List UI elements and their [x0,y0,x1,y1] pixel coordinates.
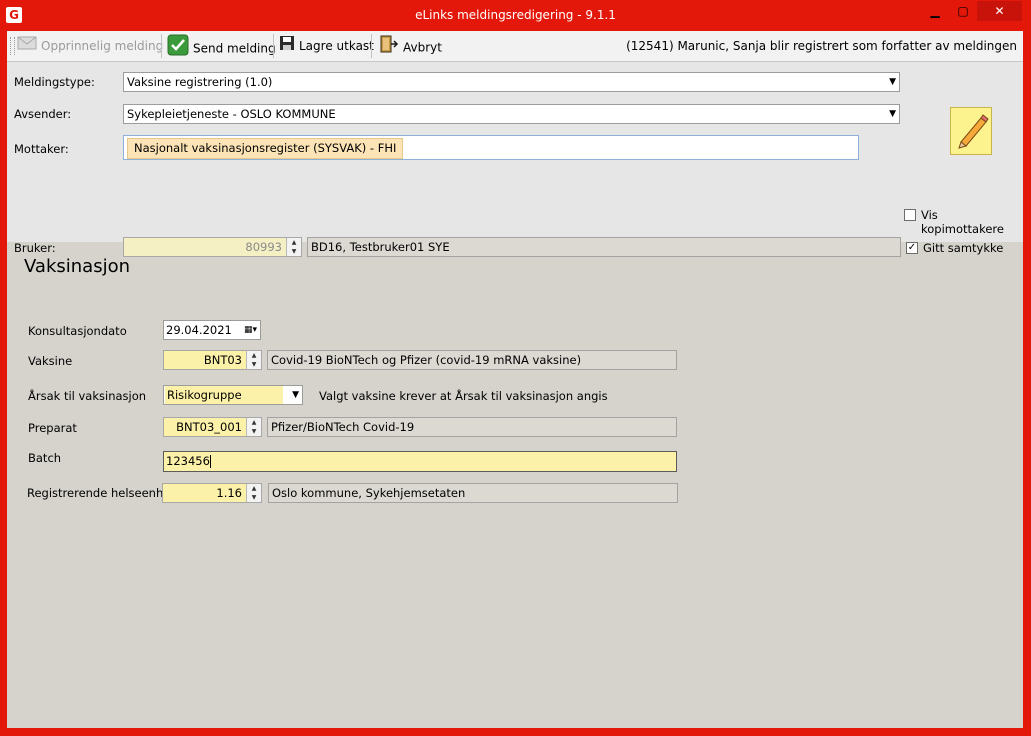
cancel-label: Avbryt [403,40,442,55]
save-draft-label: Lagre utkast [299,39,374,53]
preparation-code-value: BNT03_001 [176,420,242,434]
cancel-button[interactable]: Avbryt [379,34,442,58]
toolbar: Opprinnelig melding Send melding Lagre u… [7,31,1023,62]
text-cursor [209,455,211,468]
show-copy-recipients-label: Vis kopimottakere [921,208,1004,236]
calendar-icon[interactable]: ▦▾ [244,321,257,339]
send-message-button[interactable]: Send melding [167,34,276,58]
minimize-button[interactable]: ▁ [921,1,949,21]
chevron-down-icon: ▼ [889,109,896,119]
envelope-icon [17,35,37,59]
reason-label: Årsak til vaksinasjon [28,389,147,403]
health-unit-code-value: 1.16 [216,486,242,500]
consultation-date-picker[interactable]: 29.04.2021 ▦▾ [163,320,261,340]
preparation-name-field: Pfizer/BioNTech Covid-19 [267,417,677,437]
pencil-note-icon [950,107,992,155]
toolbar-separator [371,34,372,58]
toolbar-separator [273,34,274,58]
user-id-value: 80993 [245,240,282,254]
user-name-field: BD16, Testbruker01 SYE [307,237,901,257]
batch-label: Batch [28,451,62,465]
sender-value: Sykepleietjeneste - OSLO KOMMUNE [127,107,336,121]
consent-checkbox[interactable]: ✓ [906,242,918,254]
recipient-label: Mottaker: [14,142,69,156]
close-button[interactable]: ✕ [977,1,1022,21]
main-window: Opprinnelig melding Send melding Lagre u… [7,31,1023,728]
user-label: Bruker: [14,241,56,255]
vaccine-name-value: Covid-19 BioNTech og Pfizer (covid-19 mR… [271,353,582,367]
original-message-label: Opprinnelig melding [41,39,164,53]
spinner-icon[interactable]: ▲ ▼ [246,484,261,502]
header-form: Meldingstype: Vaksine registrering (1.0)… [7,62,1023,257]
vaccine-label: Vaksine [28,354,73,368]
user-id-field[interactable]: 80993 ▲ ▼ [123,237,302,257]
reason-select[interactable]: Risikogruppe ▼ [163,385,303,405]
health-unit-name-field: Oslo kommune, Sykehjemsetaten [268,483,678,503]
vaccine-code-value: BNT03 [203,353,242,367]
toolbar-separator [161,34,162,58]
send-message-label: Send melding [193,41,276,56]
message-type-select[interactable]: Vaksine registrering (1.0) ▼ [123,72,900,92]
title-bar: G eLinks meldingsredigering - 9.1.1 ▁ ▢ … [0,0,1031,31]
maximize-button[interactable]: ▢ [949,1,977,21]
user-name-value: BD16, Testbruker01 SYE [311,240,450,254]
vaccine-code-field[interactable]: BNT03 ▲ ▼ [163,350,262,370]
spinner-icon[interactable]: ▲ ▼ [246,418,261,436]
show-copy-recipients-checkbox[interactable] [904,209,916,221]
checkmark-icon [167,34,189,64]
toolbar-grip[interactable] [10,37,15,55]
health-unit-code-field[interactable]: 1.16 ▲ ▼ [162,483,262,503]
recipient-chip[interactable]: Nasjonalt vaksinasjonsregister (SYSVAK) … [127,138,404,159]
floppy-disk-icon [279,35,295,59]
window-title: eLinks meldingsredigering - 9.1.1 [415,8,616,22]
batch-input[interactable]: 123456 [163,451,677,472]
author-note: (12541) Marunic, Sanja blir registrert s… [626,39,1017,53]
chevron-down-icon: ▼ [292,390,299,400]
preparation-name-value: Pfizer/BioNTech Covid-19 [271,420,415,434]
sender-select[interactable]: Sykepleietjeneste - OSLO KOMMUNE ▼ [123,104,900,124]
consultation-date-value: 29.04.2021 [166,323,232,337]
exit-door-icon [379,34,399,62]
preparation-code-field[interactable]: BNT03_001 ▲ ▼ [163,417,262,437]
consent-label: Gitt samtykke [923,241,1004,255]
section-title: Vaksinasjon [24,256,130,277]
message-type-label: Meldingstype: [14,75,95,89]
sender-label: Avsender: [14,107,72,121]
vaccine-name-field: Covid-19 BioNTech og Pfizer (covid-19 mR… [267,350,677,370]
spinner-icon[interactable]: ▲ ▼ [246,351,261,369]
save-draft-button[interactable]: Lagre utkast [279,34,374,58]
batch-value: 123456 [166,454,210,468]
health-unit-name-value: Oslo kommune, Sykehjemsetaten [272,486,466,500]
original-message-button[interactable]: Opprinnelig melding [17,34,163,58]
consultation-date-label: Konsultasjondato [28,324,127,338]
message-type-value: Vaksine registrering (1.0) [127,75,273,89]
chevron-down-icon: ▼ [889,77,896,87]
spinner-icon[interactable]: ▲ ▼ [286,238,301,256]
health-unit-label: Registrerende helseenhet: [27,486,179,500]
reason-value: Risikogruppe [165,386,283,404]
recipient-field[interactable]: Nasjonalt vaksinasjonsregister (SYSVAK) … [123,135,859,160]
reason-note: Valgt vaksine krever at Årsak til vaksin… [319,389,608,403]
preparation-label: Preparat [28,421,77,435]
